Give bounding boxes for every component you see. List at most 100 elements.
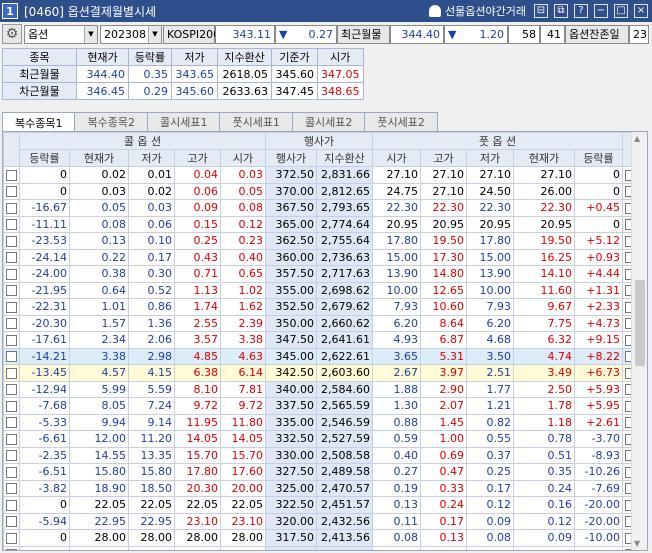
row-checkbox[interactable] xyxy=(6,549,17,550)
scroll-down-icon[interactable]: ▼ xyxy=(634,539,640,548)
col-header[interactable]: 시가 xyxy=(372,149,421,167)
row-checkbox[interactable] xyxy=(6,301,17,313)
tab-call-2[interactable]: 콜시세표2 xyxy=(291,112,366,131)
link-icon[interactable]: ⊟ xyxy=(534,4,548,18)
table-row[interactable]: -23.53 0.13 0.10 0.25 0.23 362.50 2,755.64 17.8… xyxy=(3,232,639,250)
strike-index: 2,565.59 xyxy=(316,397,373,415)
table-row[interactable]: -14.21 3.38 2.98 4.85 4.63 345.00 2,622.61 3.65… xyxy=(3,347,639,365)
vertical-scrollbar[interactable]: ▲ ▼ xyxy=(631,132,647,550)
table-row[interactable]: -7.68 8.05 7.24 9.72 9.72 337.50 2,565.59 1.30 2… xyxy=(3,397,639,415)
row-checkbox[interactable] xyxy=(6,235,17,247)
put-current: 1.78 xyxy=(513,397,575,415)
table-row[interactable]: 030.6030.6030.6030.60315.002,394.550.070… xyxy=(3,545,639,550)
table-row[interactable]: -24.14 0.22 0.17 0.43 0.40 360.00 2,736.63 15.0… xyxy=(3,248,639,266)
night-trading-button[interactable]: 선물옵션야간거래 xyxy=(429,3,526,19)
put-low: 27.10 xyxy=(466,166,514,184)
row-checkbox[interactable] xyxy=(6,169,17,181)
table-row[interactable]: -13.45 4.57 4.15 6.38 6.14 342.50 2,603.60 2.67… xyxy=(3,364,639,382)
help-icon[interactable]: ? xyxy=(574,4,588,18)
row-checkbox[interactable] xyxy=(6,433,17,445)
col-header[interactable]: 시가 xyxy=(220,149,266,167)
col-header[interactable]: 고가 xyxy=(174,149,221,167)
put-current: 3.49 xyxy=(513,364,575,382)
row-checkbox[interactable] xyxy=(6,318,17,330)
tab-call-1[interactable]: 콜시세표1 xyxy=(146,112,221,131)
put-high: 5.31 xyxy=(420,347,467,365)
row-checkbox[interactable] xyxy=(6,285,17,297)
call-current: 0.05 xyxy=(69,199,129,217)
tab-put-2[interactable]: 풋시세표2 xyxy=(364,112,438,131)
chevron-down-icon[interactable]: ▼ xyxy=(148,25,161,43)
row-checkbox[interactable] xyxy=(6,252,17,264)
table-row[interactable]: -6.61 12.00 11.20 14.05 14.05 332.50 2,527.59 0… xyxy=(3,430,639,448)
put-low: 22.30 xyxy=(466,199,514,217)
scroll-up-icon[interactable]: ▲ xyxy=(634,134,640,143)
call-low: 28.00 xyxy=(128,529,175,547)
table-row[interactable]: 0 0.02 0.01 0.04 0.03 372.50 2,831.66 27.10 27.1… xyxy=(3,166,639,184)
put-current: 22.30 xyxy=(513,199,575,217)
tab-put-1[interactable]: 풋시세표1 xyxy=(219,112,293,131)
table-row[interactable]: -5.33 9.94 9.14 11.95 11.80 335.00 2,546.59 0.8… xyxy=(3,413,639,431)
row-checkbox[interactable] xyxy=(6,268,17,280)
row-checkbox[interactable] xyxy=(6,417,17,429)
table-row[interactable]: -3.82 18.90 18.50 20.30 20.00 325.00 2,470.57 0… xyxy=(3,479,639,497)
col-header[interactable]: 현재가 xyxy=(513,149,575,167)
row-checkbox[interactable] xyxy=(6,516,17,528)
row-checkbox[interactable] xyxy=(6,466,17,478)
col-header[interactable]: 고가 xyxy=(420,149,467,167)
call-open: 0.65 xyxy=(220,265,266,283)
strike-index: 2,812.65 xyxy=(316,182,373,200)
col-header[interactable]: 등락률 xyxy=(574,149,623,167)
product-select[interactable]: 옵션 ▼ xyxy=(24,24,98,44)
table-row[interactable]: -6.51 15.80 15.80 17.80 17.60 327.50 2,489.58 0… xyxy=(3,463,639,481)
put-high: 19.50 xyxy=(420,232,467,250)
tab-multi-2[interactable]: 복수종목2 xyxy=(74,112,148,131)
table-row[interactable]: -2.35 14.55 13.35 15.70 15.70 330.00 2,508.58 0… xyxy=(3,446,639,464)
row-checkbox[interactable] xyxy=(6,219,17,231)
down-arrow-icon: ▼ xyxy=(448,27,457,41)
row-checkbox[interactable] xyxy=(6,499,17,511)
table-row[interactable]: -11.11 0.08 0.06 0.15 0.12 365.00 2,774.64 20.9… xyxy=(3,215,639,233)
call-low: 4.15 xyxy=(128,364,175,382)
maximize-icon[interactable]: □ xyxy=(614,4,628,18)
table-row[interactable]: -5.94 22.95 22.95 23.10 23.10 320.00 2,432.56 0… xyxy=(3,512,639,530)
table-row[interactable]: -20.30 1.57 1.36 2.55 2.39 350.00 2,660.62 6.20… xyxy=(3,314,639,332)
row-checkbox[interactable] xyxy=(6,532,17,544)
summary-row[interactable]: 차근월물 346.45 0.29 345.60 2633.63 347.45 3… xyxy=(2,82,364,100)
table-row[interactable]: -16.67 0.05 0.03 0.09 0.08 367.50 2,793.65 22.3… xyxy=(3,199,639,217)
table-row[interactable]: -21.95 0.64 0.52 1.13 1.02 355.00 2,698.62 10.0… xyxy=(3,281,639,299)
month-select[interactable]: 202308 ▼ xyxy=(100,24,162,44)
table-row[interactable]: -24.00 0.38 0.30 0.71 0.65 357.50 2,717.63 13.9… xyxy=(3,265,639,283)
tab-multi-1[interactable]: 복수종목1 xyxy=(2,112,76,132)
table-row[interactable]: -12.94 5.99 5.59 8.10 7.81 340.00 2,584.60 1.88… xyxy=(3,380,639,398)
row-checkbox[interactable] xyxy=(6,367,17,379)
table-row[interactable]: 0 0.03 0.02 0.06 0.05 370.00 2,812.65 24.75 27.1… xyxy=(3,182,639,200)
table-row[interactable]: -17.61 2.34 2.06 3.57 3.38 347.50 2,641.61 4.93… xyxy=(3,331,639,349)
row-checkbox[interactable] xyxy=(6,384,17,396)
table-row[interactable]: 0 28.00 28.00 28.00 28.00 317.50 2,413.56 0.08 0… xyxy=(3,529,639,547)
col-header[interactable]: 저가 xyxy=(128,149,175,167)
col-header[interactable]: 행사가 xyxy=(265,149,317,167)
row-checkbox[interactable] xyxy=(6,400,17,412)
col-header[interactable]: 등락률 xyxy=(19,149,70,167)
scroll-thumb[interactable] xyxy=(635,280,645,366)
col-header[interactable]: 저가 xyxy=(466,149,514,167)
row-checkbox[interactable] xyxy=(6,351,17,363)
row-checkbox[interactable] xyxy=(6,334,17,346)
put-open: 6.20 xyxy=(372,314,421,332)
col-header[interactable]: 현재가 xyxy=(69,149,129,167)
chevron-down-icon[interactable]: ▼ xyxy=(84,25,97,43)
col-header[interactable]: 지수환산 xyxy=(316,149,373,167)
close-icon[interactable]: × xyxy=(634,4,648,18)
row-checkbox[interactable] xyxy=(6,186,17,198)
row-checkbox[interactable] xyxy=(6,202,17,214)
strike-index: 2,736.63 xyxy=(316,248,373,266)
row-checkbox[interactable] xyxy=(6,450,17,462)
table-row[interactable]: -22.31 1.01 0.86 1.74 1.62 352.50 2,679.62 7.93… xyxy=(3,298,639,316)
gear-icon[interactable]: ⚙ xyxy=(2,24,22,44)
table-row[interactable]: 0 22.05 22.05 22.05 22.05 322.50 2,451.57 0.13 0… xyxy=(3,496,639,514)
row-checkbox[interactable] xyxy=(6,483,17,495)
summary-row[interactable]: 최근월물 344.40 0.35 343.65 2618.05 345.60 3… xyxy=(2,65,364,83)
minimize-icon[interactable]: − xyxy=(594,4,608,18)
copy-window-icon[interactable]: ⧉ xyxy=(554,4,568,18)
